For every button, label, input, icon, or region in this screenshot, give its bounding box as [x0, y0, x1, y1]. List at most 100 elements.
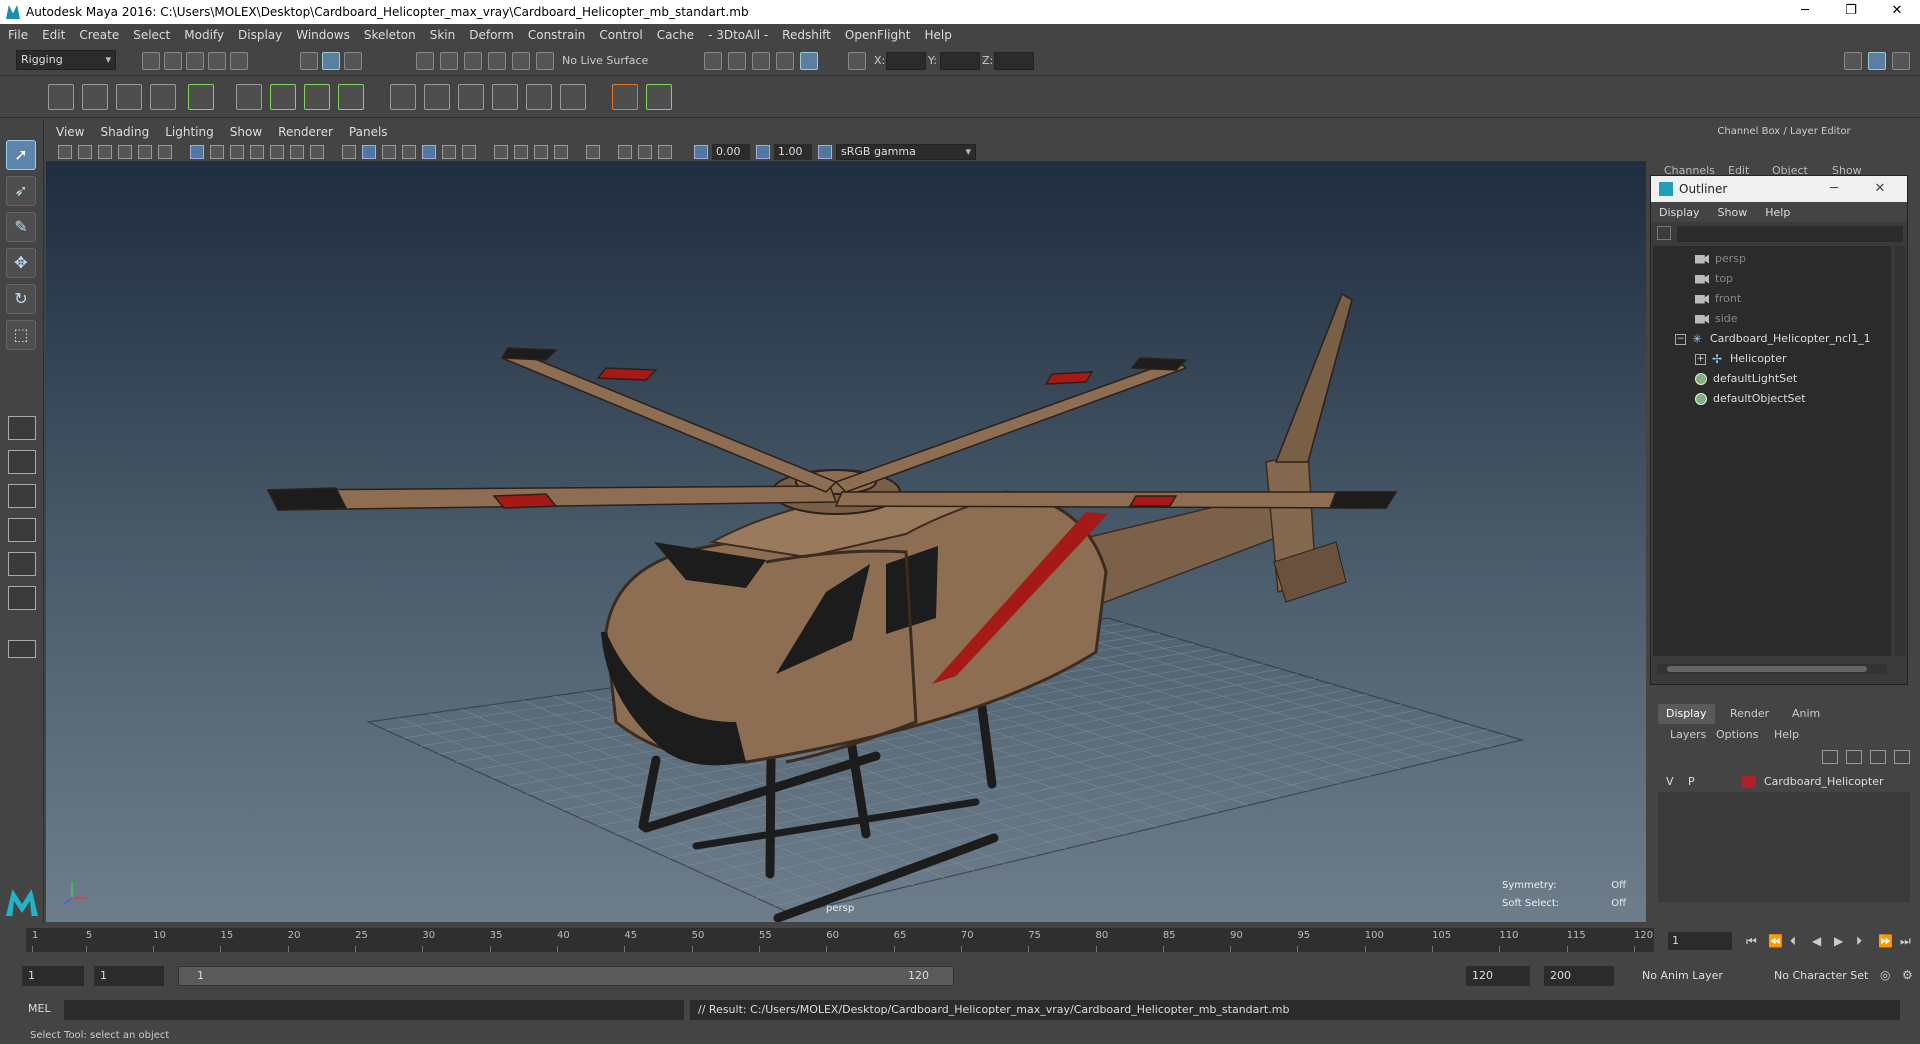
panel-menu-panels[interactable]: Panels: [349, 125, 388, 139]
blend-shape-icon[interactable]: [338, 84, 364, 110]
use-lights-icon[interactable]: [442, 145, 456, 159]
gate-mask-icon[interactable]: [250, 145, 264, 159]
safe-action-icon[interactable]: [290, 145, 304, 159]
outliner-item-side[interactable]: side: [1695, 310, 1738, 328]
range-bar[interactable]: 1 120: [178, 966, 954, 986]
menu-3dtoall[interactable]: - 3DtoAll -: [708, 28, 768, 42]
layer-row[interactable]: V P Cardboard_Helicopter: [1658, 772, 1910, 792]
menu-openflight[interactable]: OpenFlight: [845, 28, 911, 42]
tool-settings-toggle-icon[interactable]: [1892, 52, 1910, 70]
persp-outliner-layout-icon[interactable]: [8, 484, 36, 508]
menu-edit[interactable]: Edit: [42, 28, 65, 42]
playback-end-field[interactable]: 120: [1466, 966, 1530, 986]
panel-menu-show[interactable]: Show: [230, 125, 262, 139]
live-surface-icon[interactable]: [536, 52, 554, 70]
layout-more-icon[interactable]: [8, 640, 36, 658]
menu-cache[interactable]: Cache: [657, 28, 694, 42]
menu-select[interactable]: Select: [133, 28, 170, 42]
resolution-gate-icon[interactable]: [230, 145, 244, 159]
script-language-toggle[interactable]: MEL: [28, 1002, 51, 1015]
select-component-icon[interactable]: [344, 52, 362, 70]
new-layer-icon[interactable]: [1870, 750, 1886, 764]
layer-menu-layers[interactable]: Layers: [1670, 728, 1706, 741]
outliner-title-bar[interactable]: Outliner ─ ✕: [1651, 176, 1907, 202]
panel-menu-renderer[interactable]: Renderer: [278, 125, 333, 139]
go-to-end-icon[interactable]: ⏭: [1900, 934, 1911, 949]
scale-constraint-icon[interactable]: [492, 84, 518, 110]
menu-constrain[interactable]: Constrain: [528, 28, 586, 42]
time-slider-track[interactable]: 1 5 10 15 20 25 30 35 40 45 50 55 60 65 70 75 80 85 90 95 10…: [26, 928, 1654, 952]
set-driven-key-icon[interactable]: [646, 84, 672, 110]
anim-layer-dropdown[interactable]: No Anim Layer: [1636, 966, 1766, 986]
camera-select-icon[interactable]: [58, 145, 72, 159]
select-tool-icon[interactable]: ➚: [6, 140, 36, 170]
command-input[interactable]: [64, 1000, 684, 1020]
outliner-filter-icon[interactable]: [1657, 226, 1671, 240]
auto-key-icon[interactable]: ◎: [1880, 968, 1890, 982]
animation-start-field[interactable]: 1: [22, 966, 84, 986]
menu-help[interactable]: Help: [924, 28, 951, 42]
save-scene-icon[interactable]: [186, 52, 204, 70]
current-frame-field[interactable]: 1: [1668, 932, 1732, 950]
play-forward-icon[interactable]: ▶: [1834, 934, 1843, 948]
move-layer-down-icon[interactable]: [1846, 750, 1862, 764]
menu-control[interactable]: Control: [599, 28, 642, 42]
film-gate-icon[interactable]: [210, 145, 224, 159]
2d-pan-zoom-icon[interactable]: [138, 145, 152, 159]
joint-tool-icon[interactable]: [48, 84, 74, 110]
pole-vector-icon[interactable]: [560, 84, 586, 110]
transform-input-icon[interactable]: [848, 52, 866, 70]
menu-file[interactable]: File: [8, 28, 28, 42]
wireframe-icon[interactable]: [342, 145, 356, 159]
wrap-icon[interactable]: [304, 84, 330, 110]
layer-tab-render[interactable]: Render: [1722, 704, 1777, 724]
single-perspective-layout-icon[interactable]: [8, 416, 36, 440]
locator-icon[interactable]: [612, 84, 638, 110]
paint-select-icon[interactable]: ✎: [6, 212, 36, 242]
four-view-layout-icon[interactable]: [8, 450, 36, 474]
undo-icon[interactable]: [208, 52, 226, 70]
cluster-icon[interactable]: [270, 84, 296, 110]
outliner-item-helicopter[interactable]: + ✢ Helicopter: [1695, 350, 1787, 368]
textured-icon[interactable]: [422, 145, 436, 159]
snap-view-icon[interactable]: [488, 52, 506, 70]
collapse-icon[interactable]: −: [1675, 333, 1686, 345]
outliner-item-default-light-set[interactable]: defaultLightSet: [1695, 370, 1797, 388]
bookmark-icon[interactable]: [98, 145, 112, 159]
character-set-dropdown[interactable]: No Character Set: [1768, 966, 1888, 986]
outliner-vertical-scrollbar[interactable]: [1895, 246, 1905, 656]
render-frame-icon[interactable]: [728, 52, 746, 70]
image-plane-icon[interactable]: [118, 145, 132, 159]
select-hierarchy-icon[interactable]: [300, 52, 318, 70]
point-constraint-icon[interactable]: [424, 84, 450, 110]
menu-redshift[interactable]: Redshift: [782, 28, 831, 42]
outliner-item-default-object-set[interactable]: defaultObjectSet: [1695, 390, 1806, 408]
perspective-viewport[interactable]: persp Symmetry: Off Soft Select: Off: [46, 162, 1646, 922]
gamma-field[interactable]: 1.00: [774, 144, 812, 160]
select-object-icon[interactable]: [322, 52, 340, 70]
move-layer-up-icon[interactable]: [1822, 750, 1838, 764]
x-field[interactable]: [886, 52, 926, 70]
gamma-icon[interactable]: [756, 145, 770, 159]
step-forward-frame-icon[interactable]: ⏵: [1856, 934, 1862, 949]
panel-menu-shading[interactable]: Shading: [100, 125, 149, 139]
layer-color-swatch[interactable]: [1742, 776, 1756, 788]
grease-pencil-icon[interactable]: [158, 145, 172, 159]
menu-skin[interactable]: Skin: [430, 28, 456, 42]
close-button[interactable]: ✕: [1874, 0, 1920, 24]
step-back-frame-icon[interactable]: ⏴: [1790, 934, 1796, 949]
render-settings-icon[interactable]: [704, 52, 722, 70]
shadows-icon[interactable]: [462, 145, 476, 159]
outliner-horizontal-scrollbar[interactable]: [1657, 664, 1887, 674]
orient-constraint-icon[interactable]: [458, 84, 484, 110]
layer-tab-display[interactable]: Display: [1658, 704, 1715, 724]
render-view-icon[interactable]: [776, 52, 794, 70]
scale-tool-icon[interactable]: ⬚: [6, 320, 36, 350]
xray-joints-icon[interactable]: [658, 145, 672, 159]
menu-deform[interactable]: Deform: [469, 28, 514, 42]
exposure-field[interactable]: 0.00: [712, 144, 750, 160]
xray-active-icon[interactable]: [638, 145, 652, 159]
restore-button[interactable]: ❐: [1828, 0, 1874, 24]
animation-end-field[interactable]: 200: [1544, 966, 1614, 986]
outliner-close-button[interactable]: ✕: [1857, 176, 1903, 202]
